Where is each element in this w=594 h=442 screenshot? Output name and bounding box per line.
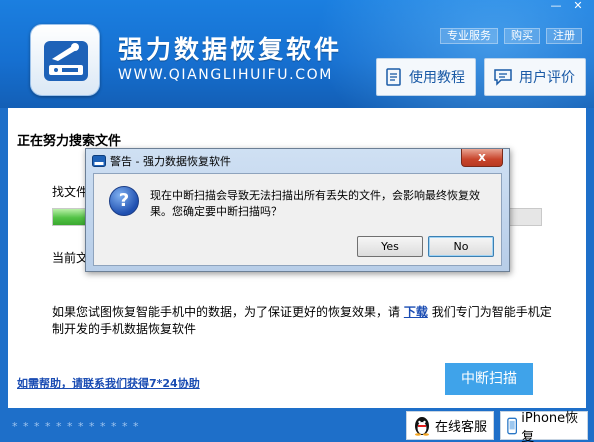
current-label: 当前文 [52, 251, 89, 265]
online-service-button[interactable]: 在线客服 [406, 411, 494, 440]
review-label: 用户评价 [519, 70, 575, 86]
app-small-icon [92, 155, 106, 167]
tutorial-label: 使用教程 [409, 70, 465, 86]
file-label: 找文件 [52, 185, 89, 199]
iphone-recovery-button[interactable]: iPhone恢复 [500, 411, 588, 442]
window-controls: — ✕ [546, 0, 588, 14]
yes-button[interactable]: Yes [357, 236, 423, 257]
app-title: 强力数据恢复软件 [118, 35, 343, 64]
qq-penguin-icon [415, 416, 429, 436]
warning-dialog: 警告 - 强力数据恢复软件 x ? 现在中断扫描会导致无法扫描出所有丢失的文件，… [85, 148, 510, 272]
no-button[interactable]: No [428, 236, 494, 257]
dialog-titlebar: 警告 - 强力数据恢复软件 [92, 153, 231, 169]
footer: * * * * * * * * * * * * 在线客服 iPhone恢复 [0, 408, 594, 442]
app-header: 强力数据恢复软件 WWW.QIANGLIHUIFU.COM — ✕ 专业服务 购… [0, 0, 594, 108]
document-icon [386, 68, 401, 86]
online-service-label: 在线客服 [435, 420, 488, 435]
iphone-recovery-label: iPhone恢复 [521, 410, 579, 442]
chat-icon [494, 69, 512, 86]
dialog-close-button[interactable]: x [461, 149, 503, 167]
review-button[interactable]: 用户评价 [484, 58, 586, 96]
top-links: 专业服务 购买 注册 [440, 28, 582, 44]
dialog-title: 警告 - 强力数据恢复软件 [110, 155, 231, 168]
tip-text: 如果您试图恢复智能手机中的数据，为了保证更好的恢复效果，请 下载 我们专门为智能… [52, 304, 552, 338]
app-url: WWW.QIANGLIHUIFU.COM [118, 67, 333, 83]
tip-text-part1: 如果您试图恢复智能手机中的数据，为了保证更好的恢复效果，请 [52, 305, 401, 319]
question-icon: ? [109, 186, 139, 216]
dialog-message: 现在中断扫描会导致无法扫描出所有丢失的文件，会影响最终恢复效果。您确定要中断扫描… [150, 189, 480, 218]
minimize-icon[interactable]: — [546, 0, 566, 14]
app-logo [30, 24, 100, 96]
section-title: 正在努力搜索文件 [17, 134, 122, 149]
stop-scan-button[interactable]: 中断扫描 [445, 363, 533, 395]
register-link[interactable]: 注册 [546, 28, 582, 44]
pro-service-link[interactable]: 专业服务 [440, 28, 498, 44]
version-text: * * * * * * * * * * * * [12, 420, 140, 433]
help-link[interactable]: 如需帮助，请联系我们获得7*24协助 [17, 375, 200, 391]
close-window-icon[interactable]: ✕ [568, 0, 588, 14]
download-link[interactable]: 下载 [404, 305, 428, 319]
hard-drive-icon [44, 41, 88, 81]
buy-link[interactable]: 购买 [504, 28, 540, 44]
tutorial-button[interactable]: 使用教程 [376, 58, 476, 96]
dialog-body: ? 现在中断扫描会导致无法扫描出所有丢失的文件，会影响最终恢复效果。您确定要中断… [93, 173, 502, 266]
phone-icon [507, 417, 518, 434]
